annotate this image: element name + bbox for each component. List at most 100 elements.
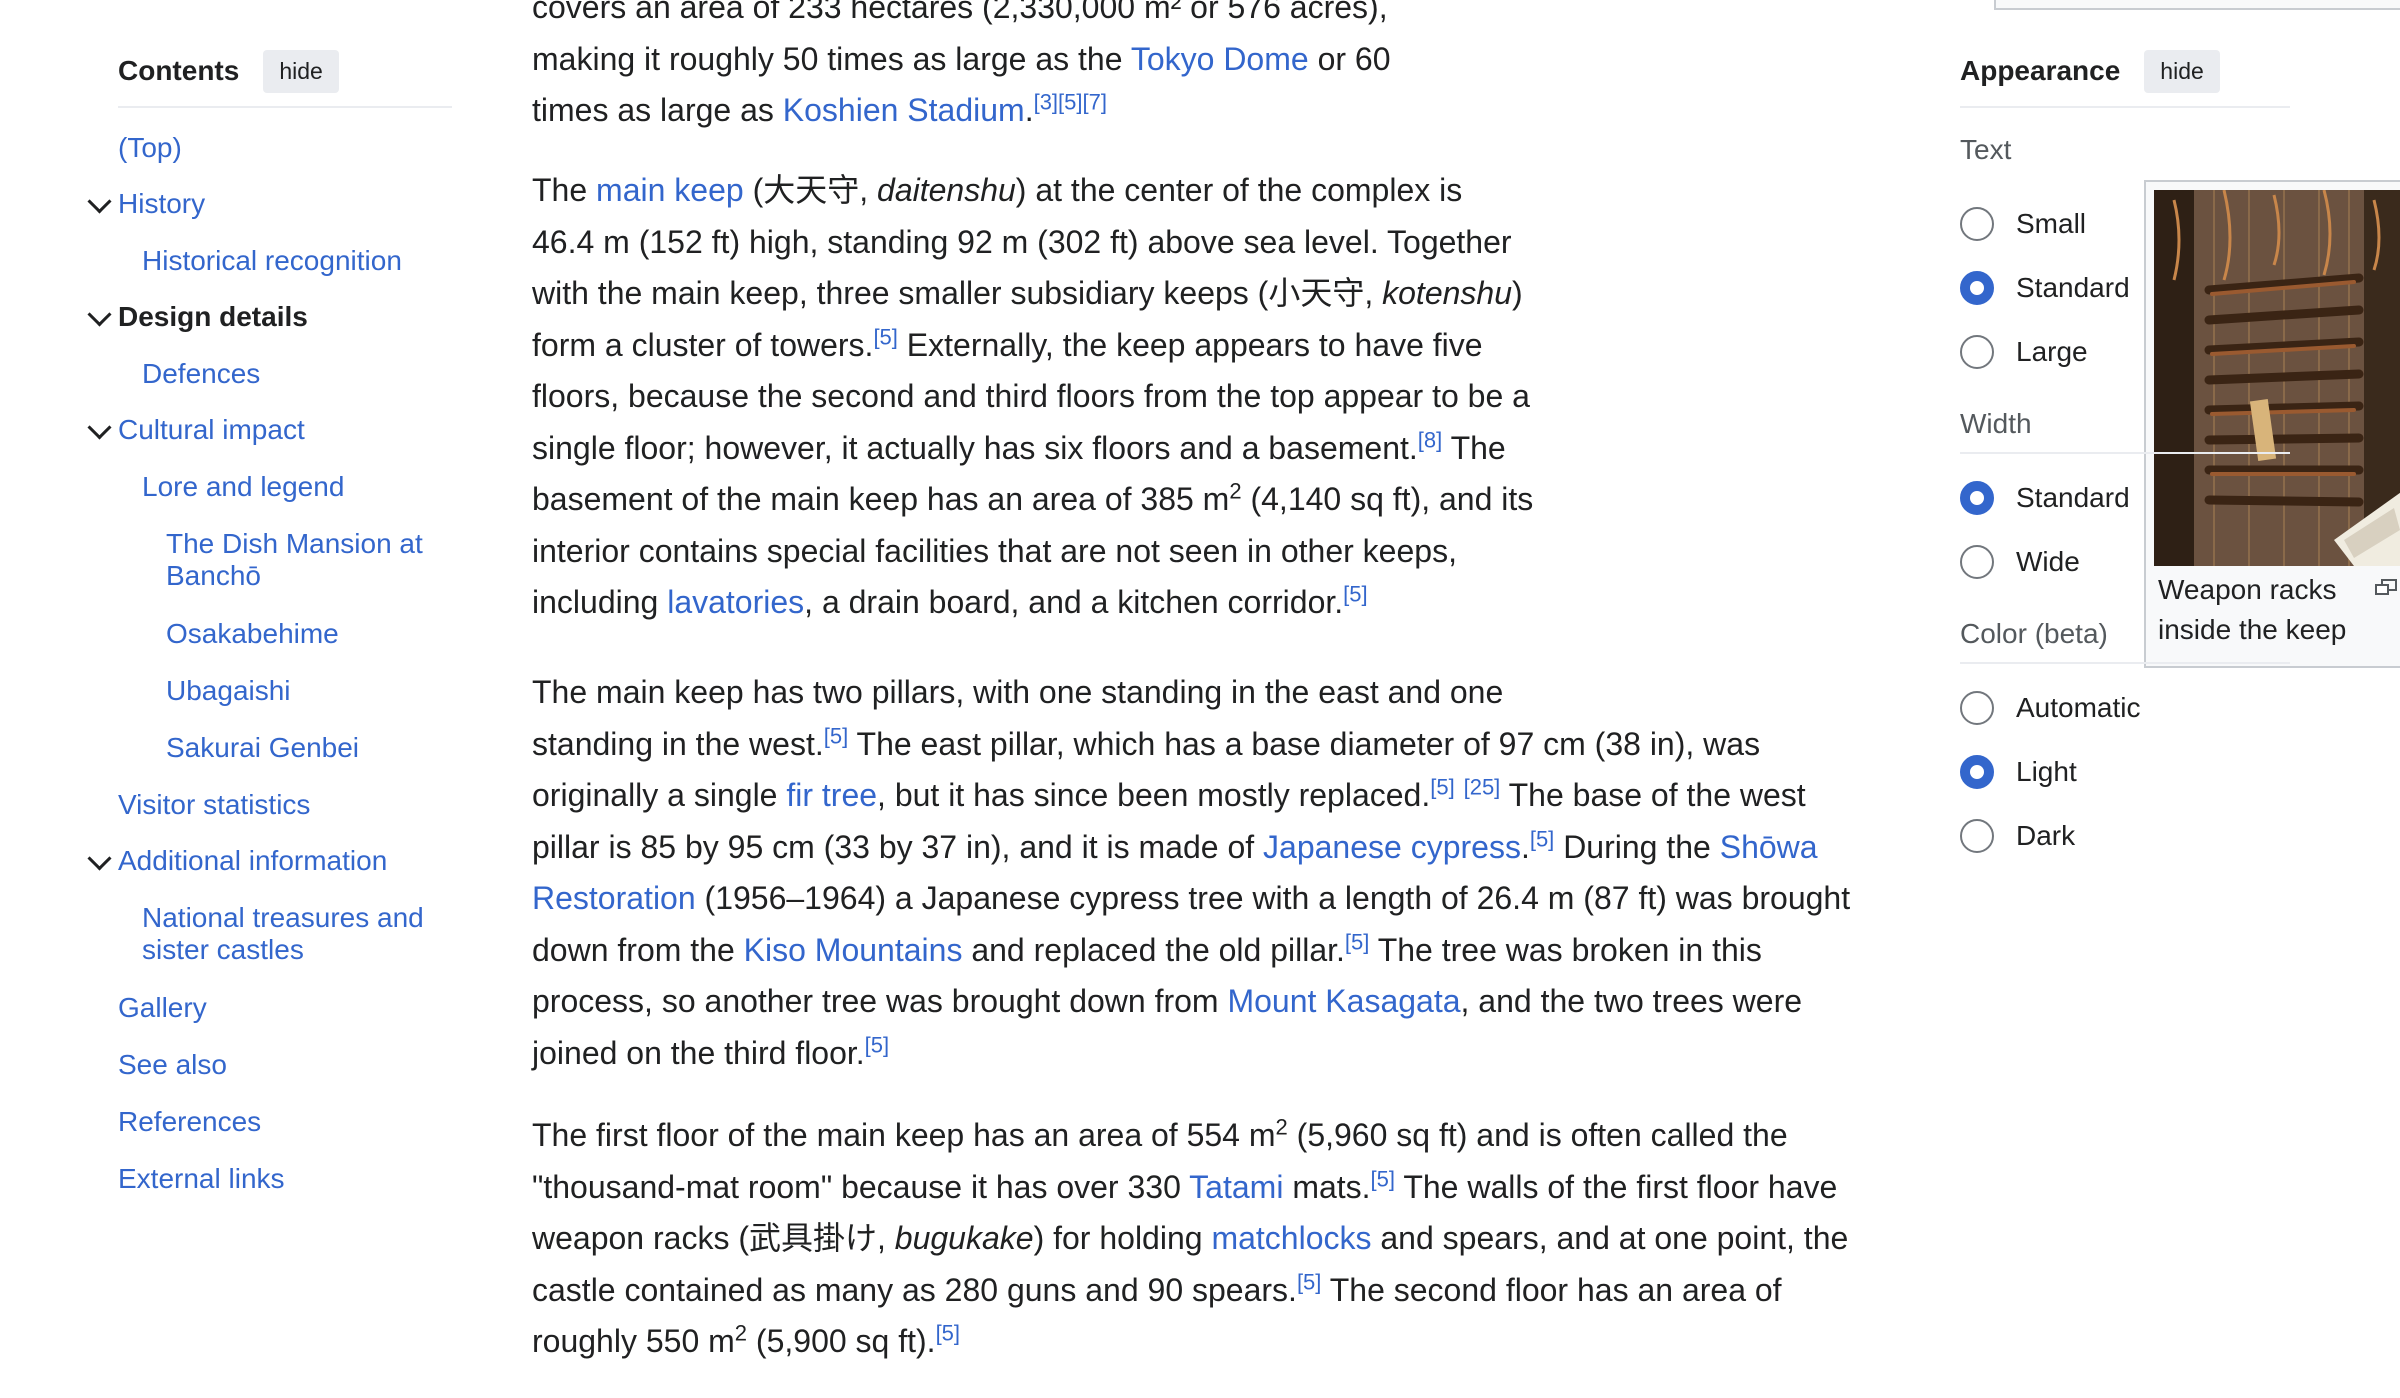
radio-button[interactable] [1960,819,1994,853]
radio-color-light[interactable]: Light [1960,752,2077,792]
text-size-label: Text [1960,134,2012,165]
divider [1960,452,2290,454]
radio-width-standard[interactable]: Standard [1960,478,2130,518]
citation-ref[interactable]: [5] [873,324,897,349]
toc-item-national-treasures[interactable]: National treasures and sister castles [142,902,442,966]
citation-ref[interactable]: [5] [1343,581,1367,606]
text-line: times as large as Koshien Stadium.[3][5]… [532,89,1107,128]
citation-ref[interactable]: [5] [865,1032,889,1057]
toc-hide-button[interactable]: hide [263,49,339,93]
paragraph-area: covers an area of 233 hectares (2,330,00… [532,0,1391,137]
chevron-down-icon[interactable] [87,415,112,440]
color-label: Color (beta) [1960,618,2108,649]
radio-text-standard[interactable]: Standard [1960,268,2130,308]
link-koshien-stadium[interactable]: Koshien Stadium [783,92,1025,128]
radio-button[interactable] [1960,545,1994,579]
toc-header: Contents hide [118,48,452,108]
citation-ref[interactable]: [5] [936,1320,960,1345]
text-line: The main keep (大天守, daitenshu) at the ce… [532,172,1463,208]
toc-title: Contents [118,55,240,86]
link-showa-restoration[interactable]: Restoration [532,880,696,916]
citation-ref[interactable]: [5] [1345,929,1369,954]
radio-button[interactable] [1960,691,1994,725]
link-mount-kasagata[interactable]: Mount Kasagata [1227,983,1460,1019]
text-line: basement of the main keep has an area of… [532,478,1534,517]
text-line: pillar is 85 by 95 cm (33 by 37 in), and… [532,825,1818,865]
link-lavatories[interactable]: lavatories [667,584,804,620]
toc-item-external-links[interactable]: External links [118,1163,285,1195]
text-line: with the main keep, three smaller subsid… [532,275,1523,311]
radio-button[interactable] [1960,207,1994,241]
weapon-racks-image[interactable] [2154,190,2400,566]
link-kiso-mountains[interactable]: Kiso Mountains [744,932,963,968]
radio-button-selected[interactable] [1960,755,1994,789]
text-line: The first floor of the main keep has an … [532,1114,1788,1153]
width-label: Width [1960,408,2032,439]
link-showa-restoration[interactable]: Shōwa [1720,829,1818,865]
chevron-down-icon[interactable] [87,846,112,871]
text-line: standing in the west.[5] The east pillar… [532,722,1761,762]
appearance-hide-button[interactable]: hide [2144,49,2220,93]
radio-text-small[interactable]: Small [1960,204,2086,244]
link-main-keep[interactable]: main keep [596,172,744,208]
citation-ref[interactable]: [5] [1530,826,1554,851]
paragraph-pillars: The main keep has two pillars, with one … [532,667,1850,1079]
citation-ref[interactable]: [5] [1430,774,1454,799]
citation-ref[interactable]: [25] [1464,774,1501,799]
toc-item-sakurai-genbei[interactable]: Sakurai Genbei [166,732,359,764]
link-tokyo-dome[interactable]: Tokyo Dome [1131,41,1309,77]
toc-item-top[interactable]: (Top) [118,132,182,164]
radio-color-dark[interactable]: Dark [1960,816,2075,856]
link-tatami[interactable]: Tatami [1189,1169,1283,1205]
infobox-bottom-edge [1994,0,2400,10]
chevron-down-icon[interactable] [87,189,112,214]
text-line: joined on the third floor.[5] [532,1031,890,1071]
toc-item-lore-and-legend[interactable]: Lore and legend [142,471,344,503]
radio-color-automatic[interactable]: Automatic [1960,688,2141,728]
toc-item-gallery[interactable]: Gallery [118,992,207,1024]
radio-button-selected[interactable] [1960,271,1994,305]
toc-item-historical-recognition[interactable]: Historical recognition [142,245,402,277]
toc-item-additional-information[interactable]: Additional information [118,845,387,877]
link-japanese-cypress[interactable]: Japanese cypress [1263,829,1521,865]
toc-item-ubagaishi[interactable]: Ubagaishi [166,675,291,707]
text-line: including lavatories, a drain board, and… [532,581,1368,620]
text-line: Restoration (1956–1964) a Japanese cypre… [532,880,1851,916]
toc-item-defences[interactable]: Defences [142,358,260,390]
radio-text-large[interactable]: Large [1960,332,2088,372]
radio-button[interactable] [1960,335,1994,369]
citation-ref[interactable]: [5] [1297,1269,1321,1294]
toc-item-references[interactable]: References [118,1106,261,1138]
citation-ref[interactable]: [8] [1418,427,1442,452]
thumbnail-figure: Weapon racks inside the keep [2144,180,2400,668]
text-line: 46.4 m (152 ft) high, standing 92 m (302… [532,223,1512,260]
text-line: castle contained as many as 280 guns and… [532,1268,1782,1308]
radio-width-wide[interactable]: Wide [1960,542,2080,582]
text-line: covers an area of 233 hectares (2,330,00… [532,0,1388,25]
enlarge-icon[interactable] [2374,578,2398,596]
radio-button-selected[interactable] [1960,481,1994,515]
citation-ref[interactable]: [5] [1371,1166,1395,1191]
text-line: roughly 550 m2 (5,900 sq ft).[5] [532,1320,961,1359]
paragraph-first-floor: The first floor of the main keep has an … [532,1110,1848,1368]
thumbnail-caption: Weapon racks inside the keep [2158,574,2347,645]
citation-ref[interactable]: [5] [824,723,848,748]
text-line: process, so another tree was brought dow… [532,983,1803,1019]
text-line: down from the Kiso Mountains and replace… [532,928,1762,968]
link-fir-tree[interactable]: fir tree [786,777,877,813]
divider [1960,662,2290,664]
chevron-down-icon[interactable] [87,302,112,327]
appearance-header: Appearance hide [1960,48,2290,108]
toc-item-history[interactable]: History [118,188,205,220]
toc-item-see-also[interactable]: See also [118,1049,227,1081]
citation-ref[interactable]: [3][5][7] [1034,89,1107,114]
link-matchlocks[interactable]: matchlocks [1211,1220,1371,1256]
toc-item-osakabehime[interactable]: Osakabehime [166,618,339,650]
toc-item-design-details[interactable]: Design details [118,301,308,333]
table-of-contents: Contents hide (Top) History Historical r… [87,48,452,1194]
toc-item-visitor-statistics[interactable]: Visitor statistics [118,789,310,821]
toc-item-cultural-impact[interactable]: Cultural impact [118,414,305,446]
text-line: floors, because the second and third flo… [532,378,1530,414]
appearance-panel: Appearance hide Text Small Standard Larg… [1960,48,2290,853]
toc-item-dish-mansion[interactable]: The Dish Mansion at Banchō [166,528,456,592]
